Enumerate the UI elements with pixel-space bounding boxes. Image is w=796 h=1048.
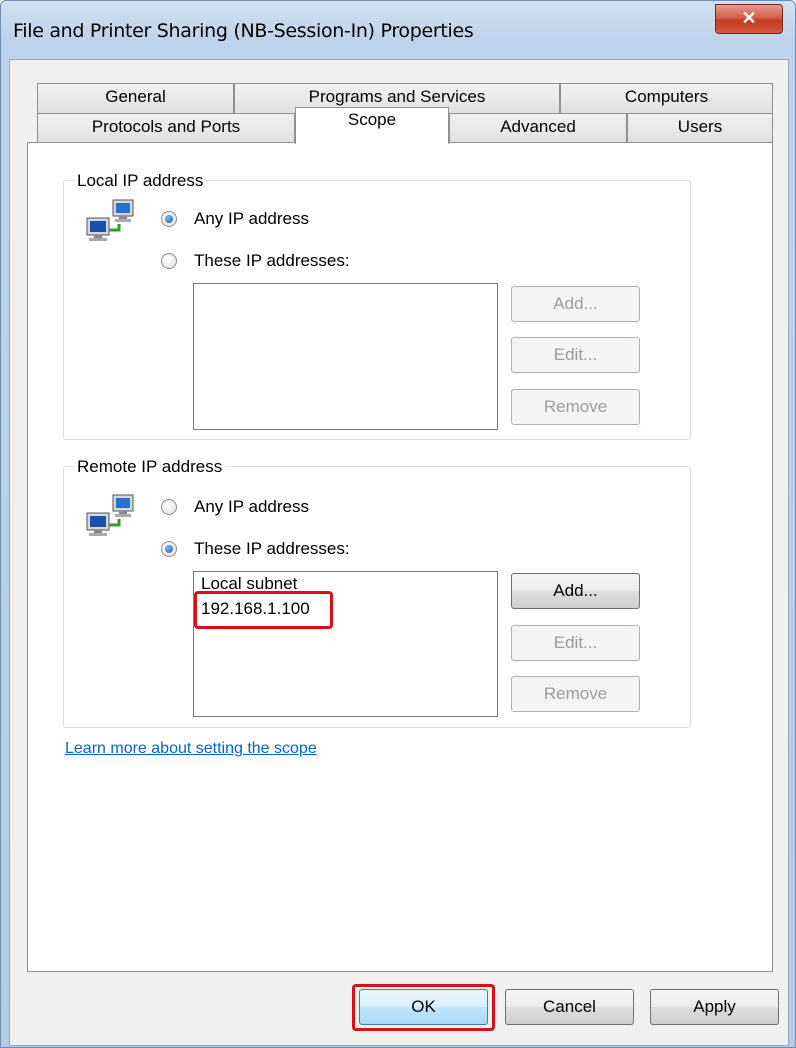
local-add-button[interactable]: Add... [511, 286, 640, 322]
remote-these-ip-label[interactable]: These IP addresses: [194, 539, 350, 559]
remote-ip-list[interactable]: Local subnet 192.168.1.100 [193, 571, 498, 717]
tab-scope[interactable]: Scope [295, 107, 449, 144]
remote-any-ip-radio[interactable] [161, 499, 177, 515]
window-title: File and Printer Sharing (NB-Session-In)… [13, 20, 474, 42]
local-ip-list[interactable] [193, 283, 498, 430]
remote-any-ip-label[interactable]: Any IP address [194, 497, 309, 517]
local-these-ip-label[interactable]: These IP addresses: [194, 251, 350, 271]
tab-advanced[interactable]: Advanced [449, 113, 627, 143]
remote-add-button[interactable]: Add... [511, 573, 640, 609]
apply-button[interactable]: Apply [650, 989, 779, 1025]
remote-edit-button[interactable]: Edit... [511, 625, 640, 661]
local-ip-legend: Local IP address [74, 171, 207, 191]
remote-ip-legend: Remote IP address [74, 457, 226, 477]
local-edit-button[interactable]: Edit... [511, 337, 640, 373]
local-any-ip-label[interactable]: Any IP address [194, 209, 309, 229]
remote-these-ip-radio[interactable] [161, 541, 177, 557]
local-any-ip-radio[interactable] [161, 211, 177, 227]
close-button[interactable]: ✕ [715, 4, 783, 34]
network-computers-icon [86, 199, 134, 241]
tab-computers[interactable]: Computers [560, 83, 773, 113]
learn-more-link[interactable]: Learn more about setting the scope [65, 740, 317, 758]
local-these-ip-radio[interactable] [161, 253, 177, 269]
properties-dialog: File and Printer Sharing (NB-Session-In)… [0, 0, 796, 1048]
remote-remove-button[interactable]: Remove [511, 676, 640, 712]
title-bar[interactable]: File and Printer Sharing (NB-Session-In)… [1, 1, 795, 59]
cancel-button[interactable]: Cancel [505, 989, 634, 1025]
tab-protocols-and-ports[interactable]: Protocols and Ports [37, 113, 295, 143]
network-computers-icon [86, 494, 134, 536]
tab-general[interactable]: General [37, 83, 234, 113]
list-item[interactable]: 192.168.1.100 [201, 599, 310, 619]
list-item[interactable]: Local subnet [201, 574, 297, 594]
tab-users[interactable]: Users [627, 113, 773, 143]
local-remove-button[interactable]: Remove [511, 389, 640, 425]
ok-button[interactable]: OK [359, 989, 488, 1025]
